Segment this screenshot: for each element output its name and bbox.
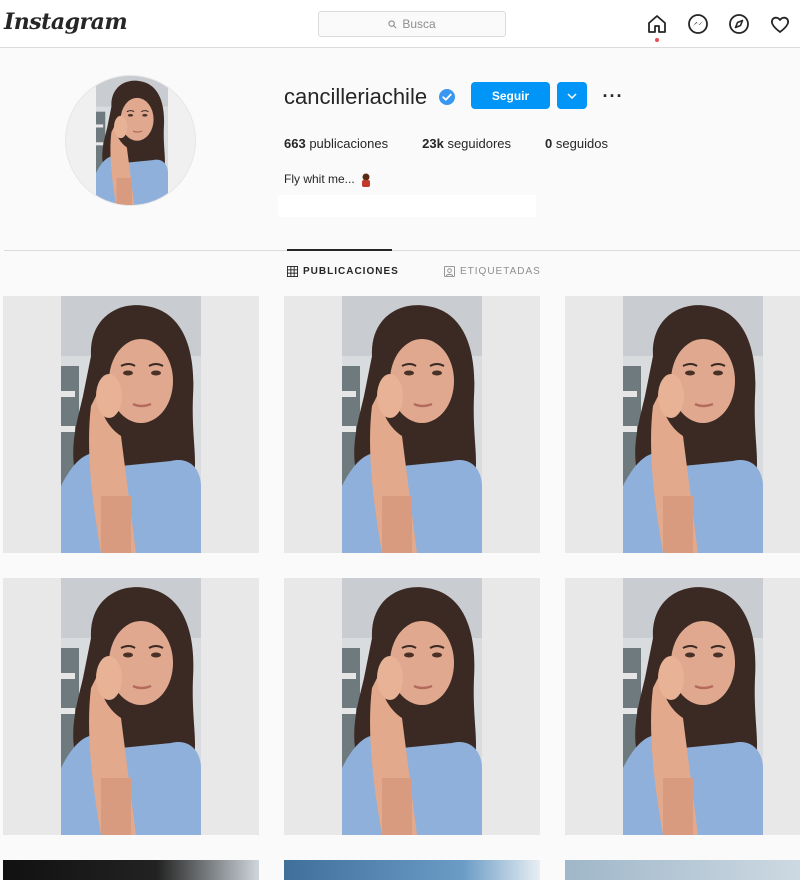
post-thumbnail[interactable] xyxy=(565,296,800,553)
profile-username: cancilleriachile xyxy=(284,84,428,109)
tagged-icon xyxy=(444,266,455,277)
active-tab-indicator xyxy=(287,249,392,251)
nav-icons xyxy=(645,12,792,42)
profile-stats: 663 publicaciones 23k seguidores 0 segui… xyxy=(284,136,642,151)
posts-label: publicaciones xyxy=(309,136,389,151)
avatar-photo xyxy=(96,76,168,206)
tab-posts[interactable]: PUBLICACIONES xyxy=(287,266,399,277)
messenger-icon[interactable] xyxy=(686,12,710,36)
posts-stat: 663 publicaciones xyxy=(284,136,388,151)
home-icon[interactable] xyxy=(645,12,669,42)
post-photo xyxy=(342,578,482,835)
post-photo xyxy=(623,296,763,553)
post-thumbnail[interactable] xyxy=(3,296,259,553)
search-input[interactable]: Busca xyxy=(318,11,506,37)
grid-icon xyxy=(287,266,298,277)
chevron-down-icon xyxy=(567,92,577,99)
home-active-dot xyxy=(655,38,659,42)
woman-emoji-icon xyxy=(362,173,371,187)
followers-stat[interactable]: 23k seguidores xyxy=(422,136,511,151)
activity-heart-icon[interactable] xyxy=(768,12,792,36)
verified-badge-icon xyxy=(439,89,455,105)
tabs-divider xyxy=(4,250,800,251)
following-label: seguidos xyxy=(555,136,608,151)
bio-text: Fly whit me... xyxy=(284,172,355,186)
post-photo xyxy=(61,578,201,835)
following-count: 0 xyxy=(545,136,553,151)
profile-bio: Fly whit me... xyxy=(284,172,372,187)
top-navigation-bar: Instagram Busca xyxy=(0,0,800,48)
post-photo xyxy=(623,578,763,835)
post-photo xyxy=(61,296,201,553)
follow-button[interactable]: Seguir xyxy=(471,82,550,109)
instagram-logo[interactable]: Instagram xyxy=(4,9,128,35)
search-icon xyxy=(388,19,397,28)
followers-label: seguidores xyxy=(447,136,512,151)
post-thumbnail[interactable] xyxy=(565,578,800,835)
post-thumbnail[interactable] xyxy=(284,578,540,835)
tab-tagged-label: ETIQUETADAS xyxy=(460,266,541,277)
bio-link-redacted xyxy=(278,195,536,217)
tab-tagged[interactable]: ETIQUETADAS xyxy=(444,266,541,277)
suggested-dropdown-button[interactable] xyxy=(557,82,587,109)
following-stat[interactable]: 0 seguidos xyxy=(545,136,608,151)
post-photo xyxy=(342,296,482,553)
explore-icon[interactable] xyxy=(727,12,751,36)
post-thumbnail[interactable] xyxy=(565,860,800,880)
post-thumbnail[interactable] xyxy=(3,860,259,880)
followers-count: 23k xyxy=(422,136,444,151)
post-thumbnail[interactable] xyxy=(284,860,540,880)
tab-posts-label: PUBLICACIONES xyxy=(303,266,399,277)
post-thumbnail[interactable] xyxy=(284,296,540,553)
post-thumbnail[interactable] xyxy=(3,578,259,835)
profile-avatar[interactable] xyxy=(65,75,196,206)
search-placeholder: Busca xyxy=(402,17,436,31)
more-options-button[interactable]: ··· xyxy=(600,86,626,106)
posts-count: 663 xyxy=(284,136,306,151)
